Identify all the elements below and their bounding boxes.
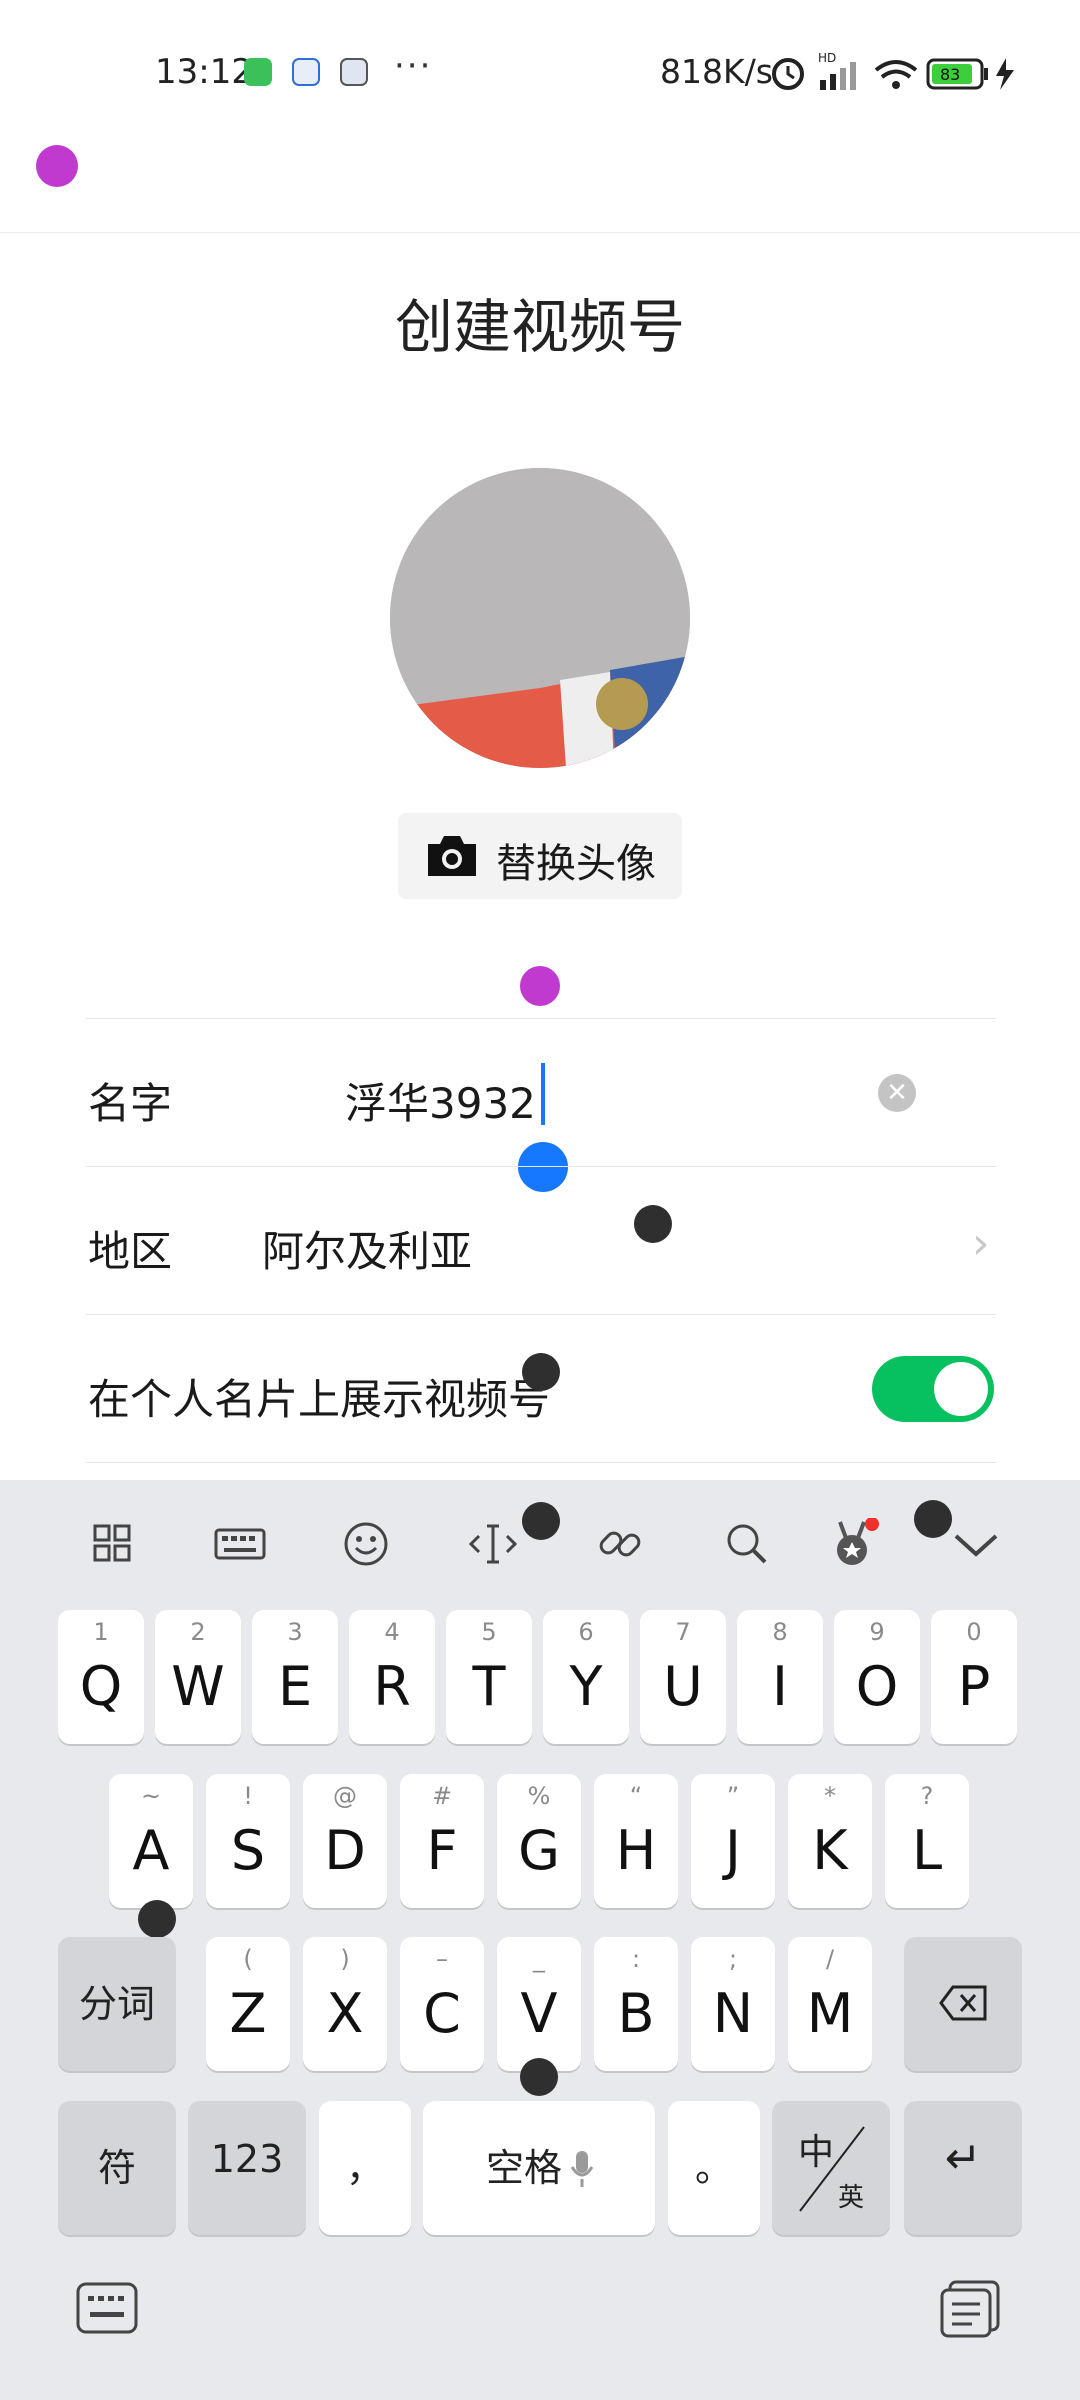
key-k[interactable]: * K <box>788 1774 872 1908</box>
svg-text:HD: HD <box>818 52 836 65</box>
microphone-icon <box>570 2151 594 2187</box>
status-bar: 13:12 ··· 818K/s HD 83 <box>0 0 1080 150</box>
battery-icon: 83 <box>926 58 988 90</box>
text-cursor-icon[interactable] <box>463 1518 523 1570</box>
key-i[interactable]: 8I <box>737 1610 823 1744</box>
period-key[interactable]: 。 <box>668 2101 760 2235</box>
segment-key[interactable]: 分词 <box>58 1937 176 2071</box>
key-a[interactable]: ~ A <box>109 1774 193 1908</box>
wifi-icon <box>874 60 918 89</box>
key-s[interactable]: ! S <box>206 1774 290 1908</box>
key-r[interactable]: 4R <box>349 1610 435 1744</box>
region-value[interactable]: 阿尔及利亚 <box>262 1218 472 1279</box>
keyboard-layout-icon[interactable] <box>210 1518 270 1570</box>
chevron-right-icon[interactable]: › <box>972 1218 990 1269</box>
keyboard-switch-icon[interactable] <box>74 2280 140 2336</box>
avatar-image <box>390 468 690 768</box>
divider <box>86 1462 996 1463</box>
divider <box>86 1018 996 1019</box>
app-notification-icon <box>292 58 320 86</box>
enter-key[interactable]: ↵ <box>904 2101 1022 2235</box>
caret-handle[interactable] <box>518 1142 568 1192</box>
key-p[interactable]: 0P <box>931 1610 1017 1744</box>
touch-marker <box>522 1502 560 1540</box>
header-divider <box>0 232 1080 233</box>
alarm-icon <box>772 58 804 90</box>
link-icon[interactable] <box>590 1518 650 1570</box>
key-e[interactable]: 3E <box>252 1610 338 1744</box>
emoji-icon[interactable] <box>336 1518 396 1570</box>
backspace-key[interactable] <box>904 1937 1022 2071</box>
chevron-down-icon[interactable] <box>946 1518 1006 1570</box>
more-notifications-icon: ··· <box>394 46 433 86</box>
key-n[interactable]: ; N <box>691 1937 775 2071</box>
show-on-card-toggle[interactable] <box>872 1356 994 1422</box>
text-caret <box>541 1063 545 1125</box>
svg-text:83: 83 <box>940 65 960 84</box>
page-title: 创建视频号 <box>394 293 685 361</box>
search-icon[interactable] <box>717 1518 777 1570</box>
key-m[interactable]: / M <box>788 1937 872 2071</box>
key-y[interactable]: 6Y <box>543 1610 629 1744</box>
touch-marker <box>634 1205 672 1243</box>
status-time: 13:12 <box>155 52 253 92</box>
touch-marker <box>138 1900 176 1938</box>
key-v[interactable]: _ V <box>497 1937 581 2071</box>
key-c[interactable]: – C <box>400 1937 484 2071</box>
key-z[interactable]: (Z <box>206 1937 290 2071</box>
name-input[interactable]: 浮华3932 <box>345 1070 536 1131</box>
numbers-key[interactable]: 123 <box>188 2101 306 2235</box>
show-on-card-label: 在个人名片上展示视频号 <box>88 1375 551 1424</box>
key-j[interactable]: ” J <box>691 1774 775 1908</box>
key-f[interactable]: # F <box>400 1774 484 1908</box>
key-g[interactable]: % G <box>497 1774 581 1908</box>
touch-marker <box>522 1353 560 1391</box>
key-t[interactable]: 5T <box>446 1610 532 1744</box>
key-x[interactable]: ) X <box>303 1937 387 2071</box>
divider <box>86 1314 996 1315</box>
name-label: 名字 <box>88 1079 173 1128</box>
language-switch-key[interactable]: 中 英 <box>772 2101 890 2235</box>
charging-icon <box>996 58 1014 90</box>
app-notification-icon <box>244 58 272 86</box>
key-o[interactable]: 9O <box>834 1610 920 1744</box>
badge-icon[interactable] <box>822 1518 882 1570</box>
space-key[interactable]: 空格 <box>423 2101 655 2235</box>
avatar[interactable] <box>390 468 690 768</box>
symbols-key[interactable]: 符 <box>58 2101 176 2235</box>
clipboard-icon[interactable] <box>938 2278 1004 2340</box>
close-circle-icon[interactable]: ✕ <box>878 1074 916 1112</box>
touch-marker <box>520 2058 558 2096</box>
key-w[interactable]: 2W <box>155 1610 241 1744</box>
key-q[interactable]: 1Q <box>58 1610 144 1744</box>
camera-icon <box>428 836 476 876</box>
replace-avatar-button[interactable]: 替换头像 <box>398 813 682 899</box>
replace-avatar-label: 替换头像 <box>496 841 656 887</box>
network-speed: 818K/s <box>660 52 773 91</box>
key-d[interactable]: @ D <box>303 1774 387 1908</box>
system-status-icons: HD 83 <box>772 52 1014 90</box>
app-notification-icon <box>340 58 368 86</box>
key-b[interactable]: :B <box>594 1937 678 2071</box>
touch-marker <box>914 1500 952 1538</box>
divider <box>86 1166 996 1167</box>
signal-icon: HD <box>818 52 856 90</box>
backspace-icon <box>939 1985 987 2021</box>
key-h[interactable]: “H <box>594 1774 678 1908</box>
region-label: 地区 <box>88 1227 173 1276</box>
grid-icon[interactable] <box>83 1518 143 1570</box>
key-u[interactable]: 7U <box>640 1610 726 1744</box>
touch-marker <box>520 966 560 1006</box>
back-button[interactable] <box>36 145 78 187</box>
key-l[interactable]: ? L <box>885 1774 969 1908</box>
